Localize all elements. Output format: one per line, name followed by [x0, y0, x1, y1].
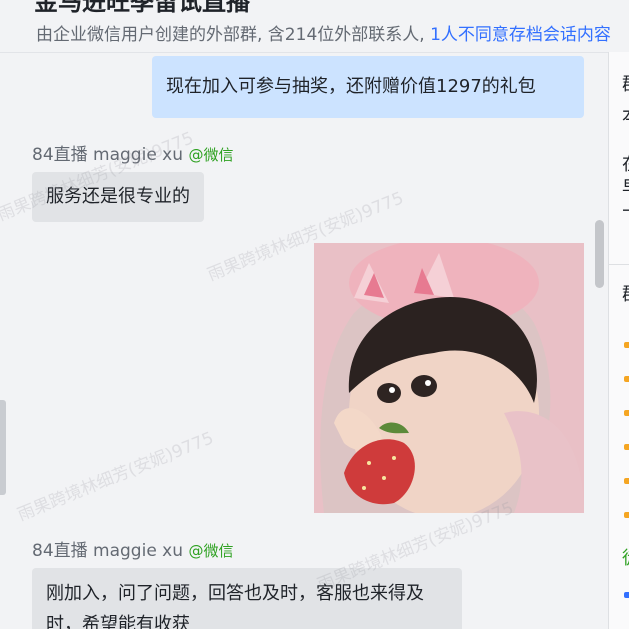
group-subtitle: 由企业微信用户创建的外部群, 含214位外部联系人, 1人不同意存档会话内容: [36, 20, 611, 45]
sender-name[interactable]: 84直播 maggie xu: [32, 541, 183, 561]
panel-member-marker: [624, 444, 629, 450]
message-bubble-self[interactable]: 现在加入可参与抽奖，还附赠价值1297的礼包: [152, 56, 584, 118]
panel-text-fragment: 群: [622, 280, 629, 306]
image-message[interactable]: [314, 243, 584, 513]
panel-member-marker: [624, 592, 629, 598]
sender-name[interactable]: 84直播 maggie xu: [32, 145, 183, 165]
sender-source-badge: @微信: [188, 542, 234, 560]
panel-divider: [609, 264, 629, 265]
panel-text-fragment: 徒: [622, 544, 629, 570]
panel-text-fragment: 早: [622, 174, 629, 200]
panel-member-marker: [624, 342, 629, 348]
baby-strawberry-photo: [314, 243, 584, 513]
sender-source-badge: @微信: [188, 146, 234, 164]
group-info-text: 由企业微信用户创建的外部群, 含214位外部联系人,: [36, 25, 431, 45]
message-bubble[interactable]: 刚加入，问了问题，回答也及时，客服也来得及时，希望能有收获: [32, 568, 462, 629]
message-list[interactable]: 现在加入可参与抽奖，还附赠价值1297的礼包 84直播 maggie xu @微…: [0, 52, 608, 629]
chat-header: 金马进旺季留试直播 由企业微信用户创建的外部群, 含214位外部联系人, 1人不…: [0, 0, 629, 53]
panel-text-fragment: 群: [622, 70, 629, 96]
archive-consent-link[interactable]: 1人不同意存档会话内容: [430, 25, 611, 45]
panel-member-marker: [624, 376, 629, 382]
message-sender: 84直播 maggie xu @微信: [32, 536, 233, 561]
group-info-panel: 群 本 在 早 十 群 徒: [608, 52, 629, 629]
panel-member-marker: [624, 478, 629, 484]
chat-scrollbar[interactable]: [595, 220, 604, 288]
panel-member-marker: [624, 410, 629, 416]
panel-text-fragment: 本: [622, 102, 629, 128]
message-sender: 84直播 maggie xu @微信: [32, 140, 233, 165]
message-bubble[interactable]: 服务还是很专业的: [32, 172, 204, 222]
panel-member-marker: [624, 512, 629, 518]
group-name: 金马进旺季留试直播: [34, 0, 250, 16]
watermark: 雨果跨境林细芳(安妮)9775: [14, 428, 217, 526]
panel-text-fragment: 十: [622, 198, 629, 224]
panel-text-fragment: 在: [622, 150, 629, 176]
